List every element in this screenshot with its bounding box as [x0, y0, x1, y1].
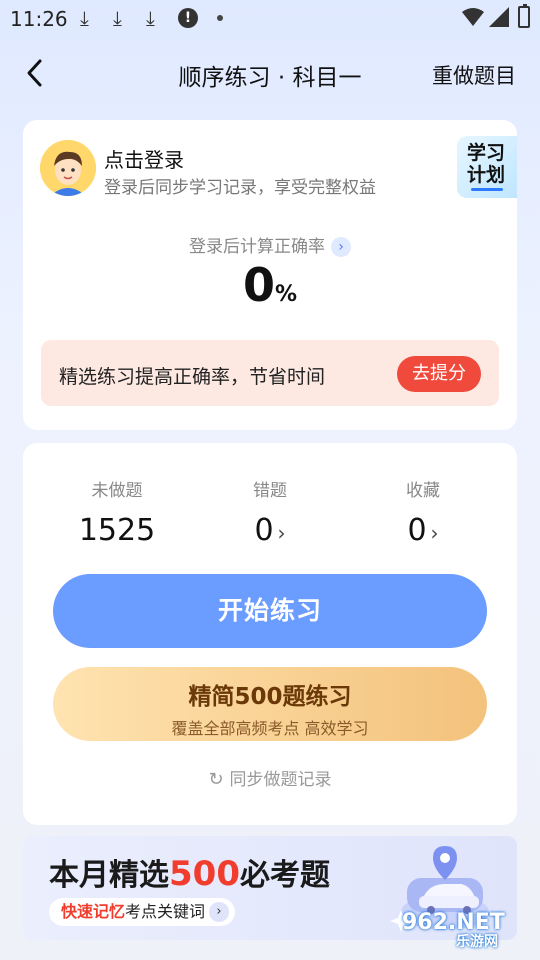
compact-500-button[interactable]: 精简500题练习 覆盖全部高频考点 高效学习	[53, 667, 487, 741]
banner-text: 本月精选	[49, 858, 169, 893]
chevron-right-icon: ›	[209, 902, 230, 922]
notification-dot-icon	[217, 15, 223, 21]
study-plan-button[interactable]: 学习 计划	[457, 136, 517, 198]
status-time: 11:26	[10, 7, 68, 31]
start-practice-button[interactable]: 开始练习	[53, 574, 487, 648]
study-plan-label: 学习	[467, 142, 506, 164]
accuracy-number: 0	[242, 258, 275, 312]
stat-label: 未做题	[91, 481, 143, 501]
accuracy-unit: %	[274, 282, 298, 307]
login-subtitle: 登录后同步学习记录，享受完整权益	[104, 178, 376, 198]
avatar[interactable]	[40, 140, 96, 196]
accuracy-value: 0%	[23, 258, 517, 312]
banner-headline: 本月精选500必考题	[49, 850, 330, 894]
watermark-subtext: 乐游网	[456, 934, 498, 950]
promo-text: 精选练习提高正确率，节省时间	[59, 366, 326, 388]
redo-questions-button[interactable]: 重做题目	[432, 60, 516, 90]
banner-pill-text: 考点关键词	[125, 902, 206, 921]
download-icon: ⤓	[80, 6, 89, 30]
chevron-right-icon: ›	[331, 237, 351, 257]
improve-score-button[interactable]: 去提分	[397, 356, 481, 392]
accuracy-label-row[interactable]: 登录后计算正确率 ›	[23, 232, 517, 257]
banner-highlight: 500	[169, 854, 240, 894]
practice-card: 未做题 1525 错题 0 › 收藏 0 › 开始练习 精简500题练习 覆盖全部高…	[23, 443, 517, 825]
stat-wrong[interactable]: 错题 0 ›	[200, 476, 340, 548]
battery-icon	[518, 4, 530, 28]
stat-favorites[interactable]: 收藏 0 ›	[353, 476, 493, 548]
stat-value: 1525	[78, 513, 156, 548]
stat-value: 0	[254, 513, 274, 548]
banner-text: 必考题	[239, 858, 330, 893]
banner-pill-highlight: 快速记忆	[61, 902, 126, 921]
study-plan-label: 计划	[467, 164, 506, 186]
promo-banner: 精选练习提高正确率，节省时间 去提分	[41, 340, 499, 406]
user-avatar-icon	[40, 140, 96, 196]
alert-icon: !	[178, 8, 198, 28]
account-card: 点击登录 登录后同步学习记录，享受完整权益 学习 计划 登录后计算正确率 › 0%…	[23, 120, 517, 430]
banner-pill[interactable]: 快速记忆考点关键词 ›	[49, 898, 236, 926]
compact-500-title: 精简500题练习	[188, 684, 352, 710]
refresh-icon: ↻	[208, 769, 224, 790]
sync-records-link[interactable]: ↻ 同步做题记录	[23, 765, 517, 790]
watermark-logo: 962.NET 乐游网	[402, 910, 505, 951]
download-icon: ⤓	[113, 6, 122, 30]
accuracy-label: 登录后计算正确率	[189, 237, 325, 257]
sync-label: 同步做题记录	[229, 770, 332, 790]
stat-label: 收藏	[406, 481, 440, 501]
stat-undone[interactable]: 未做题 1525	[47, 476, 187, 548]
compact-500-subtitle: 覆盖全部高频考点 高效学习	[171, 719, 369, 738]
wifi-icon	[462, 8, 484, 26]
plan-arrow-icon	[471, 188, 503, 191]
stat-label: 错题	[253, 481, 287, 501]
stat-value: 0	[407, 513, 427, 548]
download-icon: ⤓	[146, 6, 155, 30]
signal-icon	[489, 7, 509, 27]
chevron-right-icon: ›	[430, 521, 439, 545]
status-bar: 11:26 ⤓ ⤓ ⤓ !	[0, 0, 540, 36]
login-title[interactable]: 点击登录	[104, 144, 184, 173]
chevron-right-icon: ›	[277, 521, 286, 545]
